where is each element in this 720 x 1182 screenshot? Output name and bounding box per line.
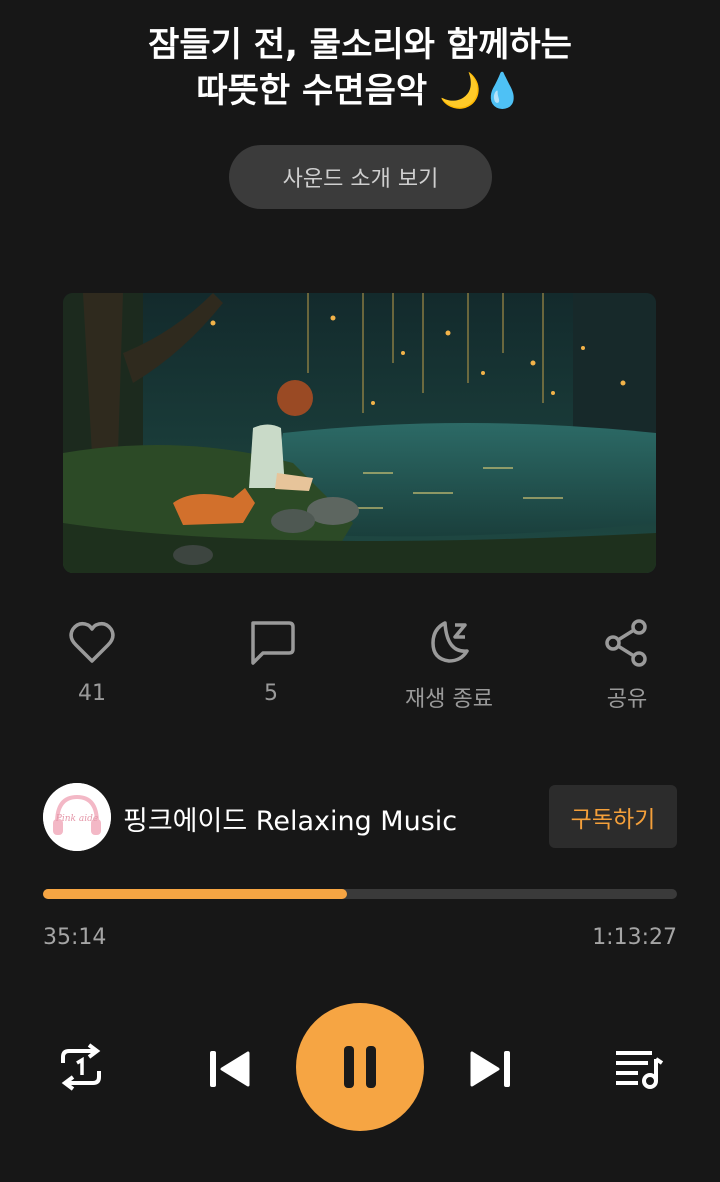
heart-icon bbox=[69, 621, 115, 663]
comment-count: 5 bbox=[264, 681, 278, 706]
cover-artwork bbox=[63, 293, 656, 573]
track-title: 잠들기 전, 물소리와 함께하는 따뜻한 수면음악 🌙💧 bbox=[0, 22, 720, 114]
svg-text:Pink aide: Pink aide bbox=[55, 814, 98, 824]
track-title-line-1: 잠들기 전, 물소리와 함께하는 bbox=[148, 25, 572, 65]
action-bar: 41 5 재생 종료 공유 bbox=[0, 615, 720, 725]
progress-bar[interactable] bbox=[43, 889, 677, 899]
like-button[interactable]: 41 bbox=[22, 615, 162, 706]
pause-icon bbox=[344, 1046, 376, 1088]
channel-avatar[interactable]: Pink aide bbox=[43, 783, 111, 851]
share-label: 공유 bbox=[606, 687, 648, 712]
sleep-timer-label: 재생 종료 bbox=[405, 687, 493, 712]
headphones-logo-icon: Pink aide bbox=[43, 783, 111, 851]
comment-icon bbox=[251, 621, 295, 665]
progress-fill bbox=[43, 889, 348, 899]
like-count: 41 bbox=[78, 681, 106, 706]
next-icon[interactable] bbox=[468, 1047, 514, 1091]
comment-button[interactable]: 5 bbox=[201, 615, 341, 706]
sleep-timer-button[interactable]: 재생 종료 bbox=[379, 615, 519, 713]
previous-icon[interactable] bbox=[206, 1047, 252, 1091]
track-title-line-2: 따뜻한 수면음악 🌙💧 bbox=[196, 71, 524, 111]
share-icon bbox=[605, 619, 647, 667]
total-time: 1:13:27 bbox=[592, 925, 677, 950]
channel-row: Pink aide 핑크에이드 Relaxing Music 구독하기 bbox=[43, 783, 677, 851]
playlist-icon[interactable] bbox=[612, 1045, 664, 1093]
subscribe-button[interactable]: 구독하기 bbox=[549, 785, 677, 848]
sound-intro-button[interactable]: 사운드 소개 보기 bbox=[229, 145, 492, 209]
pause-button[interactable] bbox=[296, 1003, 424, 1131]
sleep-timer-icon bbox=[431, 621, 469, 663]
repeat-one-icon[interactable] bbox=[55, 1041, 107, 1093]
current-time: 35:14 bbox=[43, 925, 107, 950]
channel-name[interactable]: 핑크에이드 Relaxing Music bbox=[123, 799, 457, 838]
playback-controls bbox=[0, 1003, 720, 1133]
share-button[interactable]: 공유 bbox=[557, 615, 697, 713]
